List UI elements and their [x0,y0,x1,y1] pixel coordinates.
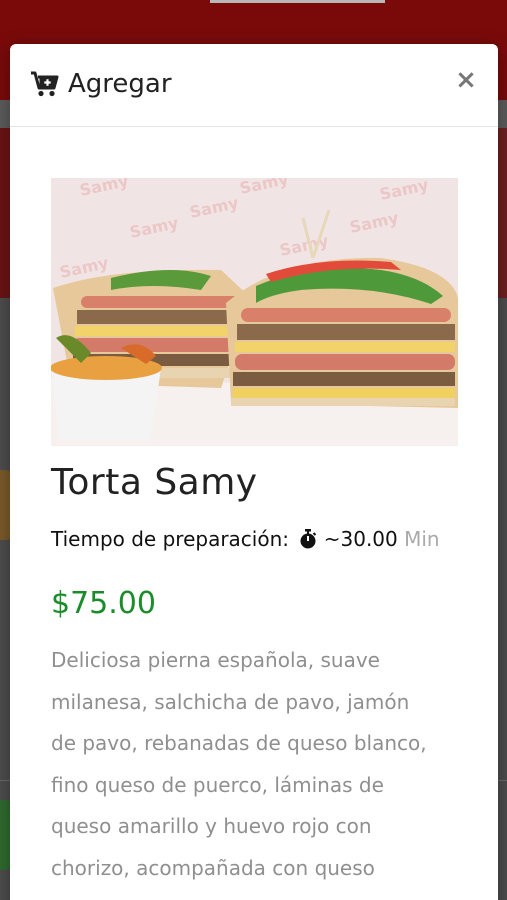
prep-time-label: Tiempo de preparación: [51,527,290,551]
prep-time-unit: Min [404,527,440,551]
cart-plus-icon [31,71,59,97]
add-to-cart-modal: Agregar × Samy Samy Samy Samy Samy Samy … [10,44,498,900]
modal-title: Agregar [68,69,172,99]
page: Agregar × Samy Samy Samy Samy Samy Samy … [0,0,507,900]
stopwatch-icon [300,529,317,549]
prep-time-row: Tiempo de preparación: ~30.00 Min [51,524,440,554]
modal-header: Agregar × [10,44,498,127]
product-name: Torta Samy [51,462,258,503]
background-search-bar [210,0,385,3]
product-price: $75.00 [51,586,156,621]
prep-time-value: ~30.00 [323,527,398,551]
sandwich-photo: Samy Samy Samy Samy Samy Samy Samy Samy … [51,178,458,446]
product-description: Deliciosa pierna española, suave milanes… [51,648,427,880]
product-image: Samy Samy Samy Samy Samy Samy Samy Samy … [51,178,458,446]
close-icon[interactable]: × [454,66,478,94]
